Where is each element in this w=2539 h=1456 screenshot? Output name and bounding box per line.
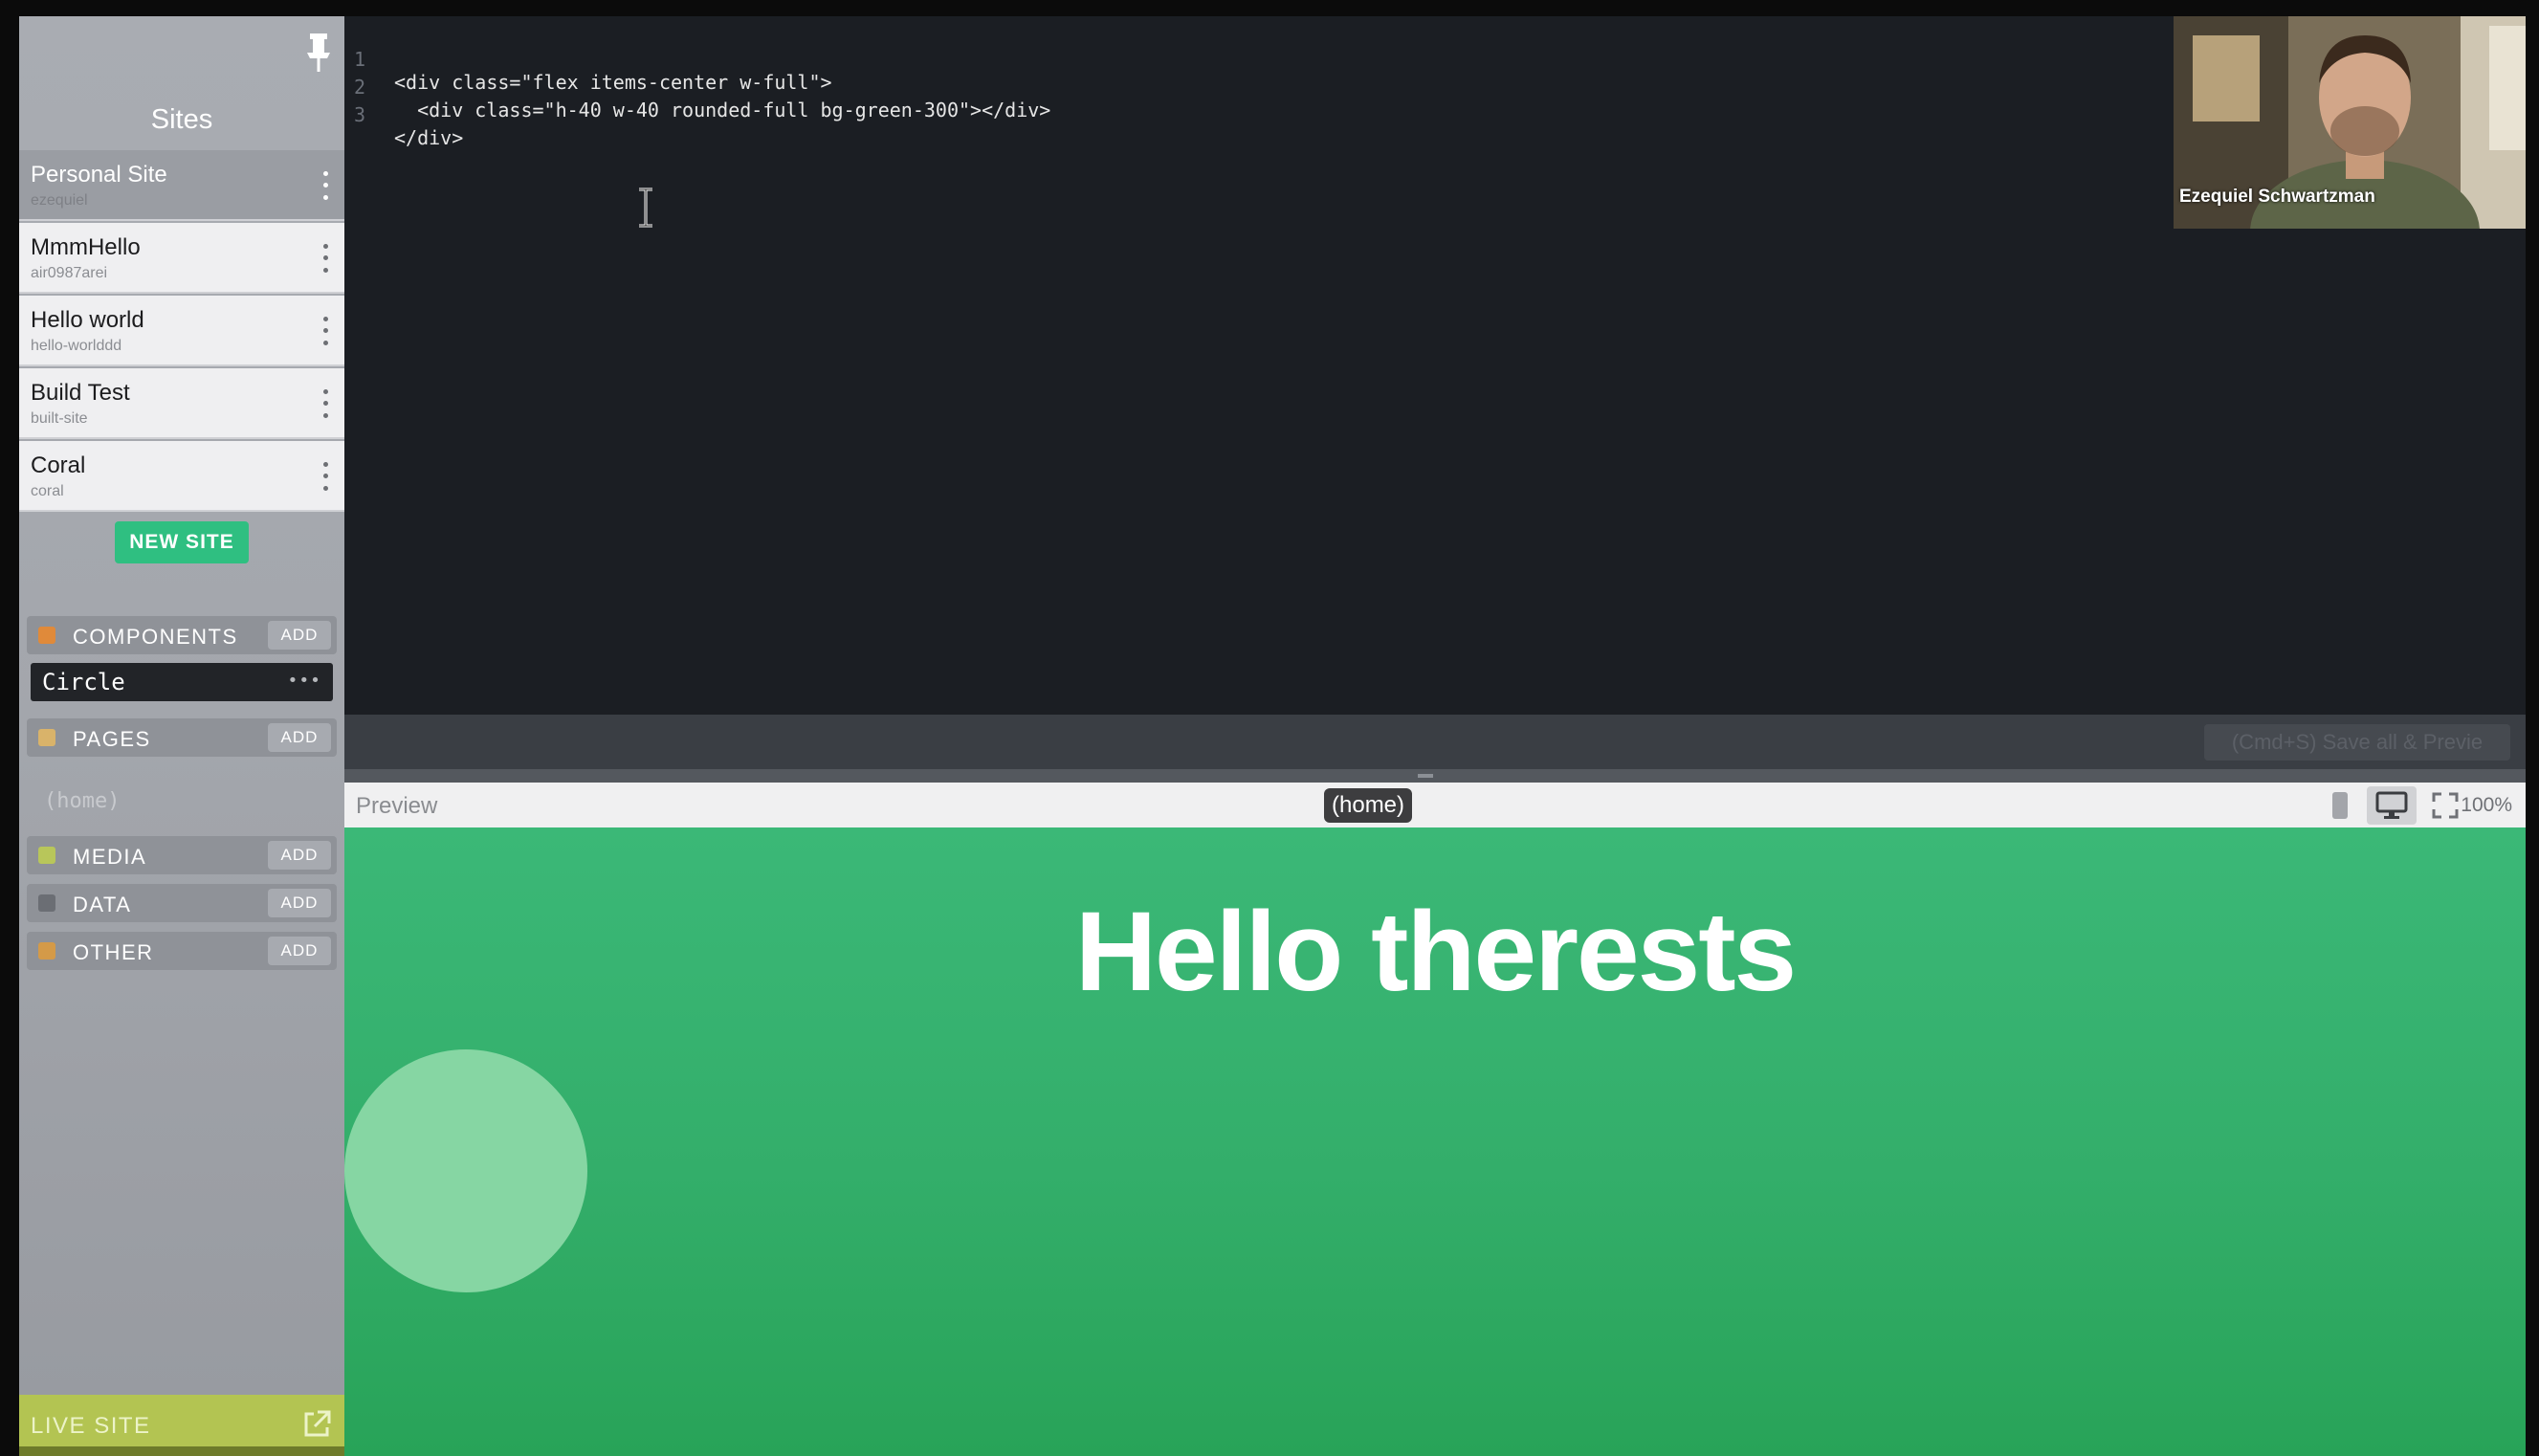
live-site-label: LIVE SITE xyxy=(31,1413,151,1439)
live-site-bar xyxy=(19,1446,344,1456)
preview-canvas: Hello therests xyxy=(344,827,2526,1456)
kebab-menu-icon[interactable] xyxy=(318,167,333,204)
site-slug: air0987arei xyxy=(31,265,108,281)
participant-name: Ezequiel Schwartzman xyxy=(2179,187,2375,207)
editor-footer: (Cmd+S) Save all & Previe xyxy=(344,715,2526,769)
site-item-mmmhello[interactable]: MmmHello air0987arei xyxy=(19,223,344,294)
save-preview-button[interactable]: (Cmd+S) Save all & Previe xyxy=(2204,724,2510,761)
preview-toolbar: Preview (home) 100% xyxy=(344,783,2526,827)
app-window: Sites Personal Site ezequiel MmmHello ai… xyxy=(19,16,2526,1456)
add-media-button[interactable]: ADD xyxy=(268,841,331,870)
page-item-home[interactable]: (home) xyxy=(31,782,333,822)
mobile-icon[interactable] xyxy=(2315,786,2365,825)
pane-splitter[interactable] xyxy=(344,769,2526,783)
preview-heading: Hello therests xyxy=(1074,889,1797,1015)
media-label: MEDIA xyxy=(73,845,147,869)
sites-title: Sites xyxy=(150,104,213,135)
splitter-grip[interactable] xyxy=(1418,774,1433,778)
site-name: MmmHello xyxy=(31,234,141,260)
media-section-header[interactable]: MEDIA ADD xyxy=(27,836,337,874)
components-section-header[interactable]: COMPONENTS ADD xyxy=(27,616,337,654)
site-item-hello-world[interactable]: Hello world hello-worlddd xyxy=(19,296,344,366)
external-link-icon xyxy=(300,1408,333,1441)
add-page-button[interactable]: ADD xyxy=(268,723,331,752)
site-item-coral[interactable]: Coral coral xyxy=(19,441,344,512)
add-component-button[interactable]: ADD xyxy=(268,621,331,650)
data-label: DATA xyxy=(73,893,132,916)
new-site-button[interactable]: NEW SITE xyxy=(115,521,249,563)
kebab-menu-icon[interactable] xyxy=(318,313,333,349)
code-line: 3 </div> xyxy=(344,80,1779,149)
other-icon xyxy=(38,942,55,960)
component-name: Circle xyxy=(42,669,125,695)
site-slug: coral xyxy=(31,483,64,499)
pages-section-header[interactable]: PAGES ADD xyxy=(27,718,337,757)
site-slug: ezequiel xyxy=(31,192,88,209)
site-name: Build Test xyxy=(31,380,130,406)
site-name: Personal Site xyxy=(31,162,167,188)
preview-label: Preview xyxy=(356,793,438,819)
components-icon xyxy=(38,627,55,644)
component-item-circle[interactable]: Circle ••• xyxy=(31,663,333,701)
media-icon xyxy=(38,847,55,864)
kebab-menu-icon[interactable] xyxy=(318,240,333,276)
line-code: </div> xyxy=(394,126,464,149)
site-slug: hello-worlddd xyxy=(31,338,122,354)
site-name: Hello world xyxy=(31,307,144,333)
code-line: 2 <div class="h-40 w-40 rounded-full bg-… xyxy=(344,53,1779,121)
site-item-build-test[interactable]: Build Test built-site xyxy=(19,368,344,439)
add-data-button[interactable]: ADD xyxy=(268,889,331,917)
preview-circle xyxy=(344,1049,587,1292)
line-number: 3 xyxy=(354,103,366,126)
kebab-menu-icon[interactable] xyxy=(318,386,333,422)
zoom-level[interactable]: 100% xyxy=(2461,794,2512,817)
data-icon xyxy=(38,894,55,912)
site-item-personal-site[interactable]: Personal Site ezequiel xyxy=(19,150,344,221)
route-badge[interactable]: (home) xyxy=(1324,788,1413,823)
desktop-icon[interactable] xyxy=(2367,786,2417,825)
site-slug: built-site xyxy=(31,410,88,427)
sidebar: Sites Personal Site ezequiel MmmHello ai… xyxy=(19,16,344,1456)
text-cursor-icon xyxy=(631,187,660,229)
pin-icon[interactable] xyxy=(299,28,338,77)
other-section-header[interactable]: OTHER ADD xyxy=(27,932,337,970)
components-label: COMPONENTS xyxy=(73,625,238,649)
code-line: 1 <div class="flex items-center w-full"> xyxy=(344,25,1779,94)
pages-icon xyxy=(38,729,55,746)
other-label: OTHER xyxy=(73,940,154,964)
pages-label: PAGES xyxy=(73,727,151,751)
kebab-menu-icon[interactable] xyxy=(318,458,333,495)
more-icon[interactable]: ••• xyxy=(287,671,321,691)
data-section-header[interactable]: DATA ADD xyxy=(27,884,337,922)
webcam-overlay: Ezequiel Schwartzman xyxy=(2174,16,2526,229)
live-site-button[interactable]: LIVE SITE xyxy=(19,1395,344,1456)
add-other-button[interactable]: ADD xyxy=(268,937,331,965)
site-name: Coral xyxy=(31,452,86,478)
